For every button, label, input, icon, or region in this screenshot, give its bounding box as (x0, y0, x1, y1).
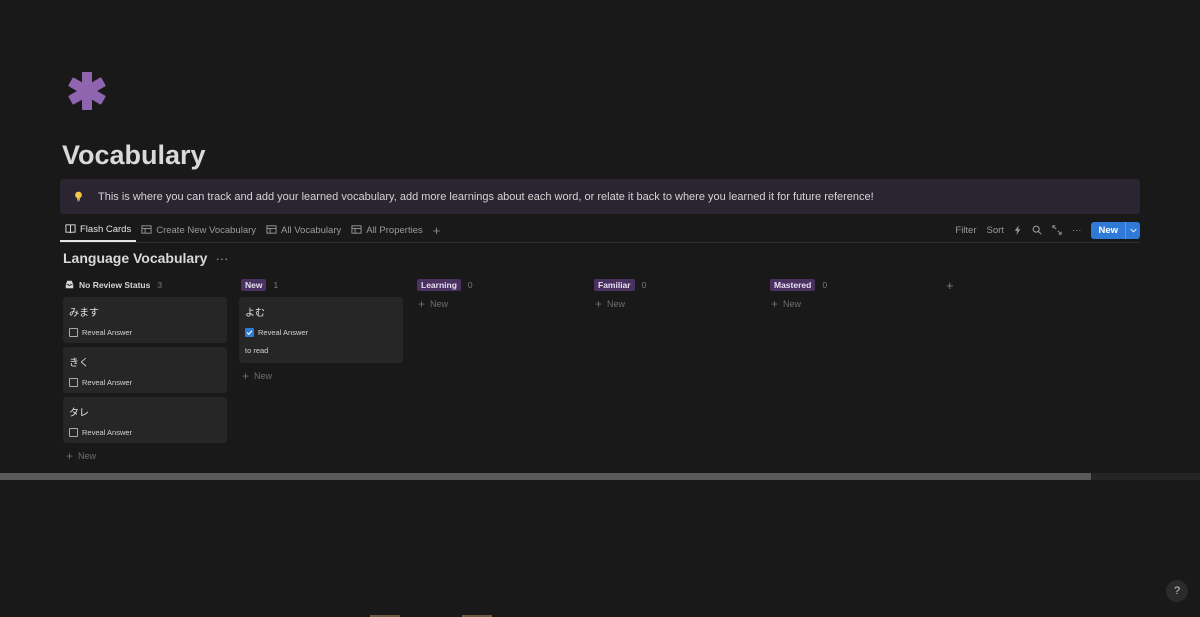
more-options-icon[interactable]: ··· (1072, 225, 1082, 236)
reveal-answer-checkbox[interactable] (245, 328, 254, 337)
tab-label: All Properties (366, 225, 423, 236)
card-word: よむ (245, 308, 265, 319)
column-count: 1 (273, 280, 279, 290)
column-title[interactable]: Learning (417, 279, 461, 291)
column-header: New 1 (239, 278, 404, 292)
card-word: みます (69, 308, 99, 319)
column-header: Learning 0 (415, 278, 580, 292)
add-card-button[interactable]: + New (239, 369, 404, 383)
plus-icon: + (242, 369, 250, 383)
checkbox-label: Reveal Answer (258, 328, 309, 337)
tab-flash-cards[interactable]: Flash Cards (60, 219, 137, 242)
column-header: Mastered 0 (768, 278, 933, 292)
add-card-button[interactable]: + New (415, 297, 580, 311)
board-column-learning: Learning 0 + New (415, 278, 580, 311)
new-button-label[interactable]: New (1091, 222, 1125, 239)
callout-text: This is where you can track and add your… (98, 190, 874, 203)
board-card[interactable]: よむ Reveal Answer to read (239, 297, 403, 363)
board-card[interactable]: タレ Reveal Answer (63, 397, 227, 443)
expand-icon[interactable] (1052, 225, 1062, 235)
book-icon (65, 223, 76, 237)
horizontal-scrollbar[interactable] (0, 473, 1200, 480)
filter-button[interactable]: Filter (955, 225, 976, 236)
column-count: 0 (822, 280, 828, 290)
column-header: No Review Status 3 (63, 278, 228, 292)
help-button[interactable]: ? (1166, 580, 1188, 602)
checkbox-label: Reveal Answer (82, 328, 133, 337)
plus-icon: + (418, 297, 426, 311)
add-card-button[interactable]: + New (63, 449, 228, 463)
column-title[interactable]: New (241, 279, 267, 291)
add-group-button[interactable]: + (946, 278, 954, 293)
board-card[interactable]: きく Reveal Answer (63, 347, 227, 393)
checkmark-icon (246, 330, 253, 336)
new-button[interactable]: New (1091, 221, 1140, 239)
reveal-answer-checkbox[interactable] (69, 328, 78, 337)
board-column-new: New 1 よむ Reveal Answer to read + New (239, 278, 404, 383)
column-count: 0 (467, 280, 473, 290)
board-column-familiar: Familiar 0 + New (592, 278, 757, 311)
column-count: 0 (641, 280, 647, 290)
automation-icon[interactable] (1014, 225, 1022, 235)
database-title: Language Vocabulary ··· (63, 250, 228, 266)
chevron-down-icon[interactable] (1125, 221, 1140, 239)
card-word: きく (69, 358, 89, 369)
card-answer: to read (245, 346, 269, 355)
page-title[interactable]: Vocabulary (62, 140, 206, 171)
column-title[interactable]: No Review Status (65, 280, 150, 291)
asterisk-icon[interactable] (66, 70, 108, 112)
database-more-icon[interactable]: ··· (215, 251, 228, 266)
board-card[interactable]: みます Reveal Answer (63, 297, 227, 343)
card-word: タレ (69, 408, 89, 419)
lightbulb-icon (70, 189, 86, 205)
plus-icon: + (66, 449, 74, 463)
tab-label: Create New Vocabulary (156, 225, 257, 236)
plus-icon: + (771, 297, 779, 311)
column-title[interactable]: Familiar (594, 279, 635, 291)
add-view-button[interactable]: + (428, 219, 446, 242)
tab-all-properties[interactable]: All Properties (346, 219, 428, 242)
column-header: Familiar 0 (592, 278, 757, 292)
tab-all-vocabulary[interactable]: All Vocabulary (261, 219, 346, 242)
board-column-mastered: Mastered 0 + New (768, 278, 933, 311)
inbox-icon (65, 280, 74, 291)
database-title-text[interactable]: Language Vocabulary (63, 250, 207, 266)
add-card-button[interactable]: + New (592, 297, 757, 311)
add-card-button[interactable]: + New (768, 297, 933, 311)
reveal-answer-checkbox[interactable] (69, 428, 78, 437)
reveal-answer-checkbox[interactable] (69, 378, 78, 387)
table-icon (351, 224, 362, 238)
tab-label: All Vocabulary (281, 225, 342, 236)
search-icon[interactable] (1032, 225, 1042, 235)
database-toolbar: Filter Sort ··· New (955, 221, 1140, 239)
plus-icon: + (595, 297, 603, 311)
column-title[interactable]: Mastered (770, 279, 816, 291)
checkbox-label: Reveal Answer (82, 378, 133, 387)
tab-label: Flash Cards (80, 224, 132, 235)
table-icon (141, 224, 152, 238)
checkbox-label: Reveal Answer (82, 428, 133, 437)
callout: This is where you can track and add your… (60, 179, 1140, 214)
sort-button[interactable]: Sort (987, 225, 1004, 236)
table-icon (266, 224, 277, 238)
tab-create-new-vocabulary[interactable]: Create New Vocabulary (136, 219, 261, 242)
column-count: 3 (157, 280, 163, 290)
scrollbar-thumb[interactable] (0, 473, 1091, 480)
board-column-no-review-status: No Review Status 3 みます Reveal Answer きく … (63, 278, 228, 463)
